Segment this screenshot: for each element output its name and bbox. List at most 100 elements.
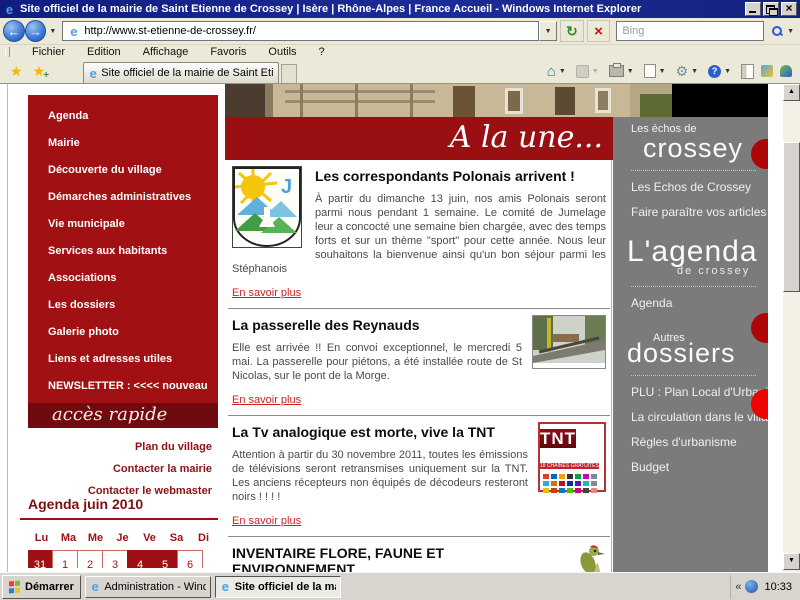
nav-item-newsletter[interactable]: NEWSLETTER : <<<< nouveau (28, 373, 218, 400)
nav-item-mairie[interactable]: Mairie (28, 130, 218, 157)
home-icon[interactable] (547, 63, 556, 80)
aside-link-circulation[interactable]: La circulation dans le village (613, 405, 768, 430)
menu-fichier[interactable]: Fichier (32, 46, 65, 58)
nav-item-galerie[interactable]: Galerie photo (28, 319, 218, 346)
tab-active[interactable]: Site officiel de la mairie de Saint Etie… (83, 62, 279, 83)
calendar-cell[interactable]: 4 (127, 550, 153, 568)
scrollbar-thumb[interactable] (783, 142, 800, 292)
help-dropdown-icon[interactable] (724, 68, 731, 75)
stop-button[interactable] (587, 20, 611, 42)
close-button[interactable] (781, 2, 797, 16)
tray-network-icon[interactable] (745, 580, 758, 593)
nav-item-demarches[interactable]: Démarches administratives (28, 184, 218, 211)
banner-black-box (672, 84, 768, 117)
aside-link-echos[interactable]: Les Echos de Crossey (613, 175, 768, 200)
calendar-cell[interactable]: 5 (152, 550, 178, 568)
menu-outils[interactable]: Outils (268, 46, 296, 58)
scroll-down-button[interactable] (783, 553, 800, 570)
taskbar-window-admin[interactable]: Administration - Window... (85, 576, 211, 598)
section-title-agenda: L'agenda (613, 239, 768, 265)
day-header: Lu (28, 532, 55, 544)
page-icon[interactable] (644, 64, 656, 78)
sidebar-panel-icon[interactable] (741, 64, 754, 79)
calendar-cell[interactable]: 3 (102, 550, 128, 568)
read-more-link[interactable]: En savoir plus (232, 287, 301, 299)
left-nav: Agenda Mairie Découverte du village Déma… (28, 95, 218, 403)
tray-collapse-button[interactable]: « (735, 581, 741, 593)
address-bar[interactable]: http://www.st-etienne-de-crossey.fr/ (62, 21, 539, 41)
address-dropdown-button[interactable] (539, 21, 557, 41)
page-dropdown-icon[interactable] (659, 68, 666, 75)
nav-item-vie-municipale[interactable]: Vie municipale (28, 211, 218, 238)
history-dropdown-icon[interactable] (49, 28, 56, 35)
menu-affichage[interactable]: Affichage (143, 46, 189, 58)
feeds-icon (576, 65, 589, 78)
messenger-icon[interactable] (780, 65, 792, 77)
taskbar-window-site[interactable]: Site officiel de la mair... (215, 576, 341, 598)
read-more-link[interactable]: En savoir plus (232, 515, 301, 527)
restore-button[interactable] (763, 2, 779, 16)
tools-gear-icon[interactable] (676, 63, 689, 80)
page-favicon-icon (67, 25, 80, 38)
print-icon[interactable] (609, 65, 624, 77)
day-header: Ma (55, 532, 82, 544)
new-tab-stub[interactable] (281, 64, 297, 83)
window-title: Site officiel de la mairie de Saint Etie… (20, 3, 743, 15)
tnt-banner-text: 18 CHAINES GRATUITES (540, 463, 599, 469)
tools-dropdown-icon[interactable] (691, 68, 698, 75)
nav-item-liens[interactable]: Liens et adresses utiles (28, 346, 218, 373)
search-box[interactable]: Bing (616, 21, 764, 41)
research-icon[interactable] (761, 65, 773, 77)
forward-button[interactable] (25, 20, 47, 42)
tnt-logo-text: TNT (540, 429, 576, 448)
nav-item-services[interactable]: Services aux habitants (28, 238, 218, 265)
article-inventaire: INVENTAIRE FLORE, FAUNE ET ENVIRONNEMENT (225, 537, 613, 572)
day-header: Me (82, 532, 109, 544)
aside-link-plu[interactable]: PLU : Plan Local d'Urbanisme (613, 380, 768, 405)
minimize-button[interactable] (745, 2, 761, 16)
vertical-scrollbar[interactable] (783, 84, 800, 572)
nav-item-associations[interactable]: Associations (28, 265, 218, 292)
nav-item-agenda[interactable]: Agenda (28, 103, 218, 130)
print-dropdown-icon[interactable] (627, 68, 634, 75)
search-dropdown-icon[interactable] (787, 28, 794, 35)
day-header: Sa (163, 532, 190, 544)
stop-icon (594, 23, 603, 40)
page-viewport: Agenda Mairie Découverte du village Déma… (0, 84, 800, 572)
favorites-star-icon[interactable] (10, 63, 23, 80)
link-contacter-mairie[interactable]: Contacter la mairie (28, 458, 212, 480)
nav-item-dossiers[interactable]: Les dossiers (28, 292, 218, 319)
svg-text:J: J (281, 176, 292, 198)
search-icon[interactable] (772, 26, 782, 36)
back-button[interactable] (3, 20, 25, 42)
calendar-cell[interactable]: 1 (52, 550, 78, 568)
aside-link-regles[interactable]: Règles d'urbanisme (613, 430, 768, 455)
menu-favoris[interactable]: Favoris (210, 46, 246, 58)
day-header: Je (109, 532, 136, 544)
calendar-cell[interactable]: 2 (77, 550, 103, 568)
menu-bar: Fichier Edition Affichage Favoris Outils… (0, 45, 800, 60)
menu-aide[interactable]: ? (319, 46, 325, 58)
calendar-cell[interactable]: 6 (177, 550, 203, 568)
refresh-button[interactable] (560, 20, 584, 42)
aside-link-agenda[interactable]: Agenda (613, 291, 768, 316)
aside-link-articles[interactable]: Faire paraître vos articles (613, 200, 768, 225)
calendar-cell[interactable]: 31 (28, 550, 53, 568)
taskbar-clock: 10:33 (764, 581, 792, 593)
start-button[interactable]: Démarrer (2, 575, 81, 599)
scroll-up-button[interactable] (783, 84, 800, 101)
aside-link-budget[interactable]: Budget (613, 455, 768, 480)
calendar-week-row: 31 1 2 3 4 5 6 (28, 550, 219, 568)
read-more-link[interactable]: En savoir plus (232, 394, 301, 406)
help-icon[interactable] (708, 65, 721, 78)
nav-item-decouverte[interactable]: Découverte du village (28, 157, 218, 184)
taskbar-window-label: Administration - Window... (104, 581, 206, 593)
link-plan-du-village[interactable]: Plan du village (28, 436, 212, 458)
menu-edition[interactable]: Edition (87, 46, 121, 58)
url-text[interactable]: http://www.st-etienne-de-crossey.fr/ (84, 25, 256, 37)
a-la-une-banner: A la une... (225, 117, 613, 160)
home-dropdown-icon[interactable] (559, 68, 566, 75)
day-header: Di (190, 532, 217, 544)
add-favorite-icon[interactable] (33, 63, 46, 80)
page-left-border (7, 84, 8, 572)
